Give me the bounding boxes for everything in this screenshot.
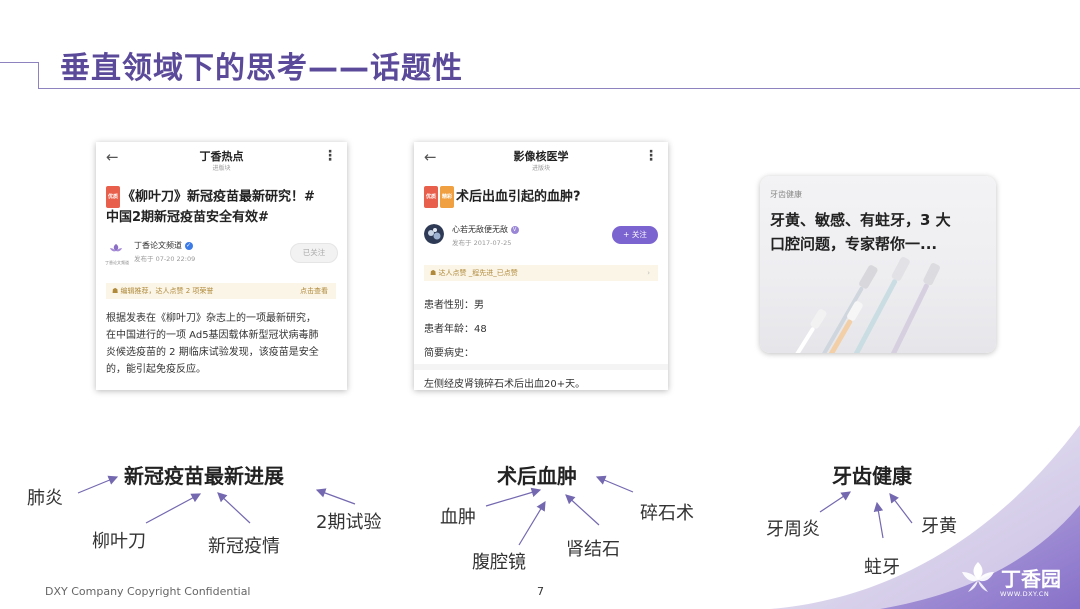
keyword-yellow-teeth: 牙黄	[921, 516, 957, 537]
keyword-phase2: 2期试验	[316, 512, 382, 533]
keyword-kidney-stone: 肾结石	[566, 539, 620, 560]
keyword-cavity: 蛀牙	[864, 557, 900, 578]
topic-main-hematoma: 术后血肿	[497, 464, 577, 488]
keyword-epidemic: 新冠疫情	[208, 536, 280, 557]
keyword-periodontitis: 牙周炎	[766, 519, 820, 540]
footer-copyright: DXY Company Copyright Confidential	[45, 585, 251, 598]
keyword-lithotripsy: 碎石术	[640, 503, 694, 524]
dxy-flower-logo-icon	[962, 562, 994, 592]
keyword-lancet: 柳叶刀	[92, 531, 146, 552]
page-number: 7	[537, 585, 544, 598]
keyword-laparoscope: 腹腔镜	[472, 552, 526, 573]
topic-main-teeth: 牙齿健康	[832, 464, 912, 488]
logo-url[interactable]: WWW.DXY.CN	[1000, 590, 1049, 598]
keyword-pneumonia: 肺炎	[27, 488, 63, 509]
keyword-hematoma: 血肿	[440, 507, 476, 528]
topic-arrows	[77, 475, 913, 546]
logo-text: 丁香园	[1001, 567, 1061, 591]
topic-main-vaccine: 新冠疫苗最新进展	[124, 464, 284, 488]
